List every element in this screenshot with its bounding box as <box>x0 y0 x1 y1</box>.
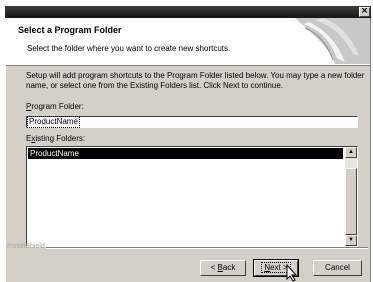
page-subtitle: Select the folder where you want to crea… <box>27 44 231 53</box>
scroll-thumb[interactable] <box>345 168 357 235</box>
list-item[interactable]: ProductName <box>28 148 343 159</box>
scrollbar[interactable]: ▲ ▼ <box>345 147 357 246</box>
header-panel: Select a Program Folder Select the folde… <box>6 18 370 66</box>
title-bar[interactable]: × <box>5 6 371 18</box>
triangle-down-icon: ▼ <box>348 237 354 243</box>
program-folder-input[interactable]: ProductName <box>26 116 358 128</box>
scroll-up-button[interactable]: ▲ <box>345 147 357 158</box>
existing-folders-list[interactable]: ProductName ▲ ▼ <box>26 146 358 247</box>
dialog: Select a Program Folder Select the folde… <box>5 18 371 282</box>
cancel-button[interactable]: Cancel <box>313 260 362 276</box>
program-folder-label: Program Folder: <box>26 102 84 111</box>
program-folder-value: ProductName <box>27 116 80 128</box>
page-title: Select a Program Folder <box>18 25 122 35</box>
brand-label: InstallShield <box>7 243 45 250</box>
header-graphic <box>295 18 370 64</box>
scroll-down-button[interactable]: ▼ <box>345 235 357 246</box>
back-button[interactable]: < Back <box>200 260 246 276</box>
close-icon: × <box>360 6 369 16</box>
mouse-pointer-icon <box>286 264 298 282</box>
close-button[interactable]: × <box>359 7 370 17</box>
existing-folders-label: Existing Folders: <box>26 134 86 143</box>
setup-description: Setup will add program shortcuts to the … <box>26 71 365 90</box>
triangle-up-icon: ▲ <box>348 149 354 155</box>
